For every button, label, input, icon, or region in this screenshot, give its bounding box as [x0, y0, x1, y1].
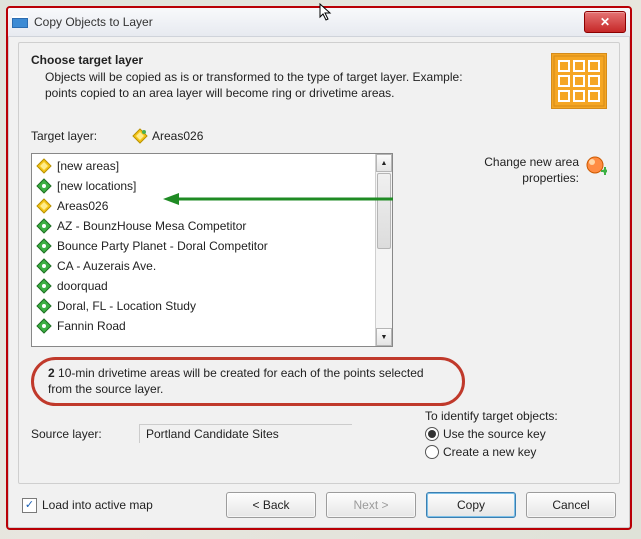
change-area-line2: properties: [522, 171, 579, 185]
layer-locations-icon [36, 218, 52, 234]
checkbox-icon [22, 498, 37, 513]
copy-button[interactable]: Copy [426, 492, 516, 518]
page-subtext: Objects will be copied as is or transfor… [45, 69, 485, 101]
target-layer-row: Target layer: Areas026 [31, 125, 607, 147]
titlebar: Copy Objects to Layer ✕ [8, 8, 630, 37]
change-area-properties-button[interactable] [585, 155, 607, 177]
list-item[interactable]: doorquad [32, 276, 376, 296]
radio-use-source-key[interactable]: Use the source key [425, 425, 605, 443]
decorative-tile-icon [551, 53, 607, 109]
change-area-text: Change new area properties: [484, 155, 579, 186]
callout-text: 10-min drivetime areas will be created f… [48, 366, 424, 396]
app-icon [12, 14, 28, 30]
radio-create-new-key[interactable]: Create a new key [425, 443, 605, 461]
target-layer-value: Areas026 [152, 129, 203, 143]
layer-locations-icon [36, 258, 52, 274]
scroll-down-button[interactable]: ▼ [376, 328, 392, 346]
layer-areas-icon [132, 128, 148, 144]
list-item-label: [new areas] [57, 159, 119, 173]
button-row: < Back Next > Copy Cancel [226, 492, 616, 518]
list-item-label: Areas026 [57, 199, 108, 213]
layer-locations-icon [36, 238, 52, 254]
scroll-up-button[interactable]: ▲ [376, 154, 392, 172]
layer-listbox[interactable]: [new areas] [new locations] Areas026 [31, 153, 393, 347]
main-area: [new areas] [new locations] Areas026 [31, 153, 607, 347]
source-layer-value: Portland Candidate Sites [139, 424, 352, 443]
radio-icon [425, 445, 439, 459]
button-label: Copy [457, 498, 485, 512]
checkbox-label: Load into active map [42, 498, 153, 512]
load-into-map-checkbox[interactable]: Load into active map [22, 498, 153, 513]
list-item-label: Doral, FL - Location Study [57, 299, 196, 313]
list-item[interactable]: Fannin Road [32, 316, 376, 336]
radio-label: Use the source key [443, 427, 546, 441]
dialog-copy-objects: Copy Objects to Layer ✕ Choose target la… [6, 6, 632, 530]
list-item[interactable]: [new areas] [32, 156, 376, 176]
list-item-label: [new locations] [57, 179, 136, 193]
button-label: Cancel [552, 498, 589, 512]
change-area-line1: Change new area [484, 155, 579, 169]
window-title: Copy Objects to Layer [34, 15, 584, 29]
list-item[interactable]: [new locations] [32, 176, 376, 196]
layer-locations-icon [36, 298, 52, 314]
page-heading: Choose target layer [31, 53, 543, 67]
source-layer-label: Source layer: [31, 427, 131, 441]
list-item[interactable]: Areas026 [32, 196, 376, 216]
layer-locations-icon [36, 178, 52, 194]
cancel-button[interactable]: Cancel [526, 492, 616, 518]
list-item-label: Fannin Road [57, 319, 126, 333]
scroll-track[interactable] [376, 172, 392, 328]
callout-count: 2 [48, 366, 55, 380]
identify-heading: To identify target objects: [425, 409, 605, 423]
list-item-label: doorquad [57, 279, 108, 293]
scrollbar[interactable]: ▲ ▼ [375, 154, 392, 346]
close-icon: ✕ [600, 15, 610, 29]
radio-label: Create a new key [443, 445, 536, 459]
info-callout: 2 10-min drivetime areas will be created… [31, 357, 465, 406]
change-area-properties: Change new area properties: [411, 155, 607, 186]
next-button: Next > [326, 492, 416, 518]
content-area: Choose target layer Objects will be copi… [8, 36, 630, 528]
list-item[interactable]: Doral, FL - Location Study [32, 296, 376, 316]
layer-areas-icon [36, 158, 52, 174]
button-label: < Back [252, 498, 289, 512]
header-row: Choose target layer Objects will be copi… [31, 53, 607, 109]
list-item[interactable]: Bounce Party Planet - Doral Competitor [32, 236, 376, 256]
target-layer-label: Target layer: [31, 129, 121, 143]
target-layer-field[interactable]: Areas026 [127, 125, 377, 147]
wizard-panel: Choose target layer Objects will be copi… [18, 42, 620, 484]
list-item[interactable]: AZ - BounzHouse Mesa Competitor [32, 216, 376, 236]
layer-areas-icon [36, 198, 52, 214]
identify-target-block: To identify target objects: Use the sour… [425, 409, 605, 461]
listbox-items: [new areas] [new locations] Areas026 [32, 154, 376, 338]
scroll-thumb[interactable] [377, 173, 391, 249]
list-item-label: Bounce Party Planet - Doral Competitor [57, 239, 268, 253]
header-text: Choose target layer Objects will be copi… [31, 53, 543, 109]
list-item-label: AZ - BounzHouse Mesa Competitor [57, 219, 246, 233]
list-item[interactable]: CA - Auzerais Ave. [32, 256, 376, 276]
button-label: Next > [353, 498, 388, 512]
list-item-label: CA - Auzerais Ave. [57, 259, 156, 273]
window-close-button[interactable]: ✕ [584, 11, 626, 33]
side-panel: Change new area properties: [411, 153, 607, 347]
layer-locations-icon [36, 318, 52, 334]
radio-icon [425, 427, 439, 441]
back-button[interactable]: < Back [226, 492, 316, 518]
footer: Load into active map < Back Next > Copy … [22, 492, 616, 518]
layer-locations-icon [36, 278, 52, 294]
